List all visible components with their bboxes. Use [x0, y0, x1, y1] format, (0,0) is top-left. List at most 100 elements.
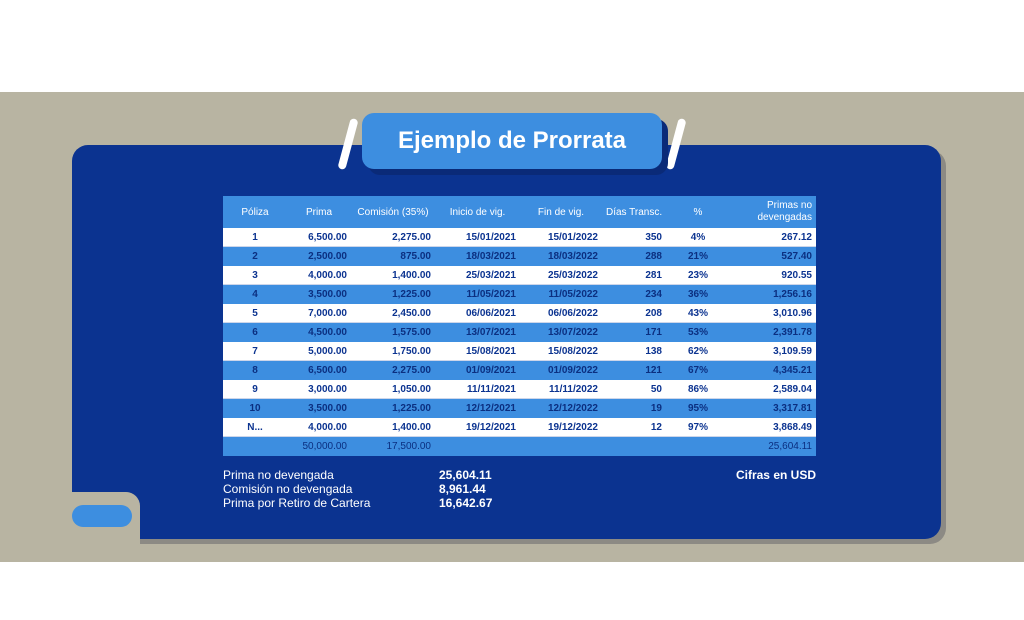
table-cell: 2,450.00: [392, 307, 431, 319]
table-cell: 01/09/2021: [465, 365, 516, 376]
prorrata-table: Póliza Prima Comisión (35%) Inicio de vi…: [223, 196, 816, 456]
table-cell: 15/08/2022: [547, 345, 598, 357]
table-cell: 920.55: [781, 269, 812, 281]
column-header-primas-no-devengadas: Primas no devengadas: [757, 200, 813, 223]
table-cell: 8: [252, 365, 258, 376]
table-cell: 171: [645, 327, 662, 338]
table-row: 9 3,000.00 1,050.00 11/11/2021 11/11/2022 50 8…: [223, 380, 816, 399]
summary-row: Comisión no devengada 8,961.44: [223, 482, 492, 496]
summary-value: 25,604.11: [439, 468, 492, 482]
table-cell: 43%: [687, 307, 708, 319]
table-cell: 06/06/2021: [465, 307, 516, 319]
table-row: 4 3,500.00 1,225.00 11/05/2021 11/05/2022 234…: [223, 285, 816, 304]
table-cell: 9: [252, 383, 258, 395]
table-cell: 11/11/2021: [467, 383, 516, 395]
summary-block: Prima no devengada 25,604.11 Comisión no…: [223, 468, 492, 510]
table-cell: 11/05/2021: [466, 289, 517, 300]
column-header-dias: Días Transc.: [606, 206, 663, 218]
table-cell: 2,275.00: [392, 231, 431, 243]
table-cell: 3,868.49: [773, 421, 812, 433]
table-cell: 10: [249, 403, 261, 414]
column-header-percent: %: [693, 206, 703, 218]
table-cell: 3: [252, 269, 258, 281]
table-cell: 4,345.21: [773, 365, 812, 376]
table-cell: 1,225.00: [392, 403, 431, 414]
table-cell: 4%: [690, 231, 706, 243]
table-cell: 15/01/2022: [547, 231, 598, 243]
table-row: 10 3,500.00 1,225.00 12/12/2021 12/12/2022 19…: [223, 399, 816, 418]
summary-value: 8,961.44: [439, 482, 486, 496]
table-cell: 21%: [687, 251, 708, 262]
summary-row: Prima por Retiro de Cartera 16,642.67: [223, 496, 492, 510]
table-cell: 23%: [687, 269, 708, 281]
table-cell: 3,317.81: [773, 403, 812, 414]
table-totals-row: 50,000.00 17,500.00 25,604.11: [223, 437, 816, 456]
table-cell: 13/07/2021: [465, 327, 516, 338]
table-cell: 1,400.00: [392, 421, 431, 433]
table-cell: N...: [247, 421, 263, 433]
table-row: 5 7,000.00 2,450.00 06/06/2021 06/06/2022 208…: [223, 304, 816, 323]
table-cell: 3,500.00: [308, 403, 347, 414]
table-cell: 11/11/2022: [549, 383, 598, 395]
table-cell: 4: [252, 289, 258, 300]
table-cell: 6,500.00: [308, 231, 347, 243]
table-cell: 06/06/2022: [547, 307, 598, 319]
table-cell: 7,000.00: [308, 307, 347, 319]
table-cell: 11/05/2022: [548, 289, 599, 300]
decorative-pill: [72, 505, 132, 527]
table-cell: 2,589.04: [773, 383, 812, 395]
table-cell: 67%: [687, 365, 708, 376]
column-header-inicio: Inicio de vig.: [449, 206, 506, 218]
table-cell: 18/03/2022: [547, 251, 598, 262]
table-cell: 5: [252, 307, 258, 319]
table-cell: 12: [650, 421, 662, 433]
table-body: 1 6,500.00 2,275.00 15/01/2021 15/01/2022 350…: [223, 228, 816, 437]
table-cell: 138: [645, 345, 662, 357]
table-cell: 86%: [687, 383, 708, 395]
table-cell: 19/12/2022: [547, 421, 598, 433]
table-cell: 5,000.00: [308, 345, 347, 357]
table-cell: 281: [645, 269, 662, 281]
table-cell: 12/12/2021: [465, 403, 516, 414]
table-cell: 25/03/2021: [465, 269, 516, 281]
table-cell: 6,500.00: [308, 365, 347, 376]
column-header-comision: Comisión (35%): [357, 206, 429, 218]
table-row: 1 6,500.00 2,275.00 15/01/2021 15/01/2022 350…: [223, 228, 816, 247]
total-primas-no-devengadas: 25,604.11: [768, 441, 812, 452]
table-cell: 3,109.59: [773, 345, 812, 357]
summary-label: Prima no devengada: [223, 468, 334, 482]
table-cell: 12/12/2022: [547, 403, 598, 414]
table-cell: 288: [645, 251, 662, 262]
table-cell: 3,000.00: [308, 383, 347, 395]
table-cell: 4,000.00: [308, 269, 347, 281]
table-cell: 1: [252, 231, 258, 243]
table-cell: 19/12/2021: [465, 421, 516, 433]
table-cell: 527.40: [781, 251, 812, 262]
table-row: 6 4,500.00 1,575.00 13/07/2021 13/07/2022 171…: [223, 323, 816, 342]
summary-label: Comisión no devengada: [223, 482, 353, 496]
table-row: 2 2,500.00 875.00 18/03/2021 18/03/2022 288 21…: [223, 247, 816, 266]
table-cell: 7: [252, 345, 258, 357]
table-row: N... 4,000.00 1,400.00 19/12/2021 19/12/2022…: [223, 418, 816, 437]
table-cell: 97%: [687, 421, 708, 433]
table-row: 8 6,500.00 2,275.00 01/09/2021 01/09/2022 121…: [223, 361, 816, 380]
table-cell: 267.12: [781, 231, 812, 243]
table-cell: 6: [252, 327, 258, 338]
table-cell: 18/03/2021: [465, 251, 516, 262]
table-cell: 2: [252, 251, 258, 262]
summary-row: Prima no devengada 25,604.11: [223, 468, 492, 482]
table-cell: 2,391.78: [773, 327, 812, 338]
table-cell: 3,010.96: [773, 307, 812, 319]
column-header-poliza: Póliza: [241, 206, 269, 218]
table-cell: 95%: [687, 403, 708, 414]
table-cell: 121: [645, 365, 662, 376]
table-cell: 1,225.00: [392, 289, 431, 300]
table-cell: 01/09/2022: [547, 365, 598, 376]
table-cell: 13/07/2022: [547, 327, 598, 338]
currency-note: Cifras en USD: [735, 468, 816, 482]
table-header: Póliza Prima Comisión (35%) Inicio de vi…: [223, 196, 816, 228]
summary-value: 16,642.67: [439, 496, 493, 510]
table-cell: 1,256.16: [773, 289, 812, 300]
table-cell: 4,500.00: [308, 327, 347, 338]
table-cell: 1,400.00: [392, 269, 431, 281]
